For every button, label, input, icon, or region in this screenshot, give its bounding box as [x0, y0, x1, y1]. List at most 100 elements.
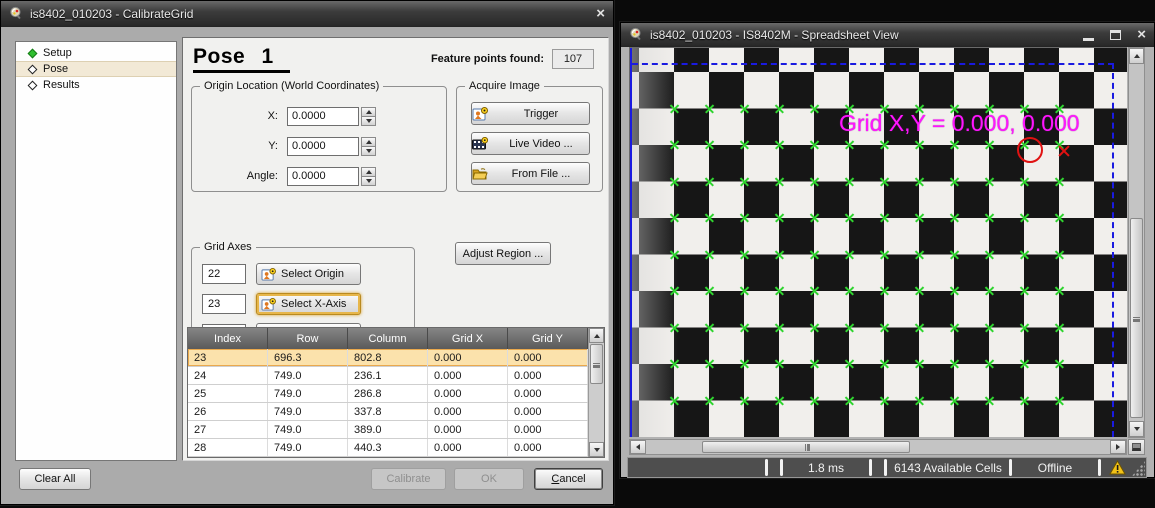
cell-column: 236.1 — [348, 367, 428, 384]
x-axis-cell-input[interactable] — [202, 294, 246, 314]
feature-point-marker — [880, 177, 889, 186]
calibrate-button[interactable]: Calibrate — [371, 468, 446, 490]
feature-point-marker — [915, 140, 924, 149]
feature-point-marker — [740, 177, 749, 186]
table-row[interactable]: 24749.0236.10.0000.000 — [188, 367, 588, 385]
feature-point-marker — [880, 140, 889, 149]
feature-point-marker — [740, 323, 749, 332]
feature-point-marker — [775, 396, 784, 405]
cell-index: 25 — [188, 385, 268, 402]
origin-cell-input[interactable] — [202, 264, 246, 284]
table-row[interactable]: 26749.0337.80.0000.000 — [188, 403, 588, 421]
col-header-grid-x[interactable]: Grid X — [428, 328, 508, 349]
feature-point-marker — [915, 396, 924, 405]
clear-all-button[interactable]: Clear All — [19, 468, 91, 490]
select-origin-button[interactable]: Select Origin — [256, 263, 361, 285]
x-input[interactable] — [287, 107, 359, 126]
feature-point-marker — [880, 396, 889, 405]
angle-input[interactable] — [287, 167, 359, 186]
x-spinner[interactable] — [361, 107, 376, 126]
feature-point-marker — [845, 323, 854, 332]
feature-point-marker — [845, 140, 854, 149]
feature-point-marker — [985, 359, 994, 368]
region-right-edge[interactable] — [1112, 63, 1114, 437]
feature-point-marker — [880, 323, 889, 332]
feature-point-marker — [740, 250, 749, 259]
cell-row: 749.0 — [268, 367, 348, 384]
scrollbar-thumb[interactable] — [1130, 218, 1143, 418]
cell-row: 696.3 — [268, 349, 348, 366]
feature-point-marker — [775, 250, 784, 259]
ok-button[interactable]: OK — [454, 468, 524, 490]
col-header-index[interactable]: Index — [188, 328, 268, 349]
feature-point-marker — [985, 250, 994, 259]
spreadsheet-titlebar[interactable]: is8402_010203 - IS8402M - Spreadsheet Vi… — [621, 23, 1154, 47]
table-row[interactable]: 25749.0286.80.0000.000 — [188, 385, 588, 403]
col-header-row[interactable]: Row — [268, 328, 348, 349]
col-header-grid-y[interactable]: Grid Y — [508, 328, 588, 349]
y-input[interactable] — [287, 137, 359, 156]
feature-point-marker — [810, 213, 819, 222]
feature-point-marker — [705, 250, 714, 259]
horizontal-scrollbar[interactable] — [629, 439, 1127, 455]
spinner-up-icon[interactable] — [361, 137, 376, 147]
cell-column: 337.8 — [348, 403, 428, 420]
close-icon[interactable]: × — [1137, 28, 1146, 42]
scrollbar-thumb[interactable] — [702, 441, 910, 453]
live-video-button[interactable]: Live Video ... — [471, 132, 590, 155]
spinner-down-icon[interactable] — [361, 177, 376, 186]
tree-item-results[interactable]: Results — [16, 77, 176, 93]
warning-icon[interactable] — [1102, 458, 1132, 477]
feature-point-marker — [1055, 213, 1064, 222]
feature-point-marker — [880, 250, 889, 259]
vertical-scrollbar[interactable] — [1128, 47, 1145, 438]
table-row[interactable]: 28749.0440.30.0000.000 — [188, 439, 588, 457]
diamond-icon — [28, 64, 38, 74]
feature-point-marker — [775, 286, 784, 295]
feature-point-marker — [880, 286, 889, 295]
scroll-up-icon[interactable] — [1129, 48, 1144, 64]
status-empty-segment — [873, 458, 883, 477]
angle-spinner[interactable] — [361, 167, 376, 186]
feature-point-marker — [775, 359, 784, 368]
region-top-edge[interactable] — [632, 63, 1114, 65]
feature-point-marker — [915, 286, 924, 295]
cell-index: 23 — [188, 349, 268, 366]
table-row[interactable]: 27749.0389.00.0000.000 — [188, 421, 588, 439]
spinner-down-icon[interactable] — [361, 147, 376, 156]
trigger-button[interactable]: Trigger — [471, 102, 590, 125]
spinner-down-icon[interactable] — [361, 117, 376, 126]
origin-highlight-circle — [1017, 137, 1043, 163]
table-scrollbar[interactable] — [588, 328, 604, 457]
scroll-down-icon[interactable] — [589, 442, 604, 457]
feature-point-marker — [950, 213, 959, 222]
tree-item-pose[interactable]: Pose — [16, 61, 176, 77]
maximize-icon[interactable] — [1110, 30, 1121, 40]
from-file-label: From File ... — [493, 168, 589, 180]
minimize-icon[interactable] — [1083, 38, 1094, 41]
scroll-down-icon[interactable] — [1129, 421, 1144, 437]
table-row[interactable]: 23696.3802.80.0000.000 — [188, 349, 588, 367]
calibration-image-viewport[interactable]: Grid X,Y = 0.000, 0.000 — [629, 47, 1127, 437]
col-header-column[interactable]: Column — [348, 328, 428, 349]
cancel-button[interactable]: Cancel — [534, 468, 603, 490]
select-x-axis-button[interactable]: Select X-Axis — [256, 293, 361, 315]
spinner-up-icon[interactable] — [361, 107, 376, 117]
scroll-right-icon[interactable] — [1110, 440, 1126, 454]
y-spinner[interactable] — [361, 137, 376, 156]
scrollbar-thumb[interactable] — [590, 344, 603, 384]
feature-point-marker — [845, 177, 854, 186]
resize-grip[interactable] — [1132, 461, 1145, 476]
feature-point-marker — [845, 396, 854, 405]
scroll-left-icon[interactable] — [630, 440, 646, 454]
calibrate-titlebar[interactable]: is8402_010203 - CalibrateGrid × — [1, 1, 613, 27]
adjust-region-button[interactable]: Adjust Region ... — [455, 242, 551, 265]
from-file-button[interactable]: From File ... — [471, 162, 590, 185]
status-empty-segment — [769, 458, 779, 477]
scroll-up-icon[interactable] — [589, 328, 604, 343]
view-corner-button[interactable] — [1128, 439, 1145, 455]
tree-item-setup[interactable]: Setup — [16, 45, 176, 61]
spinner-up-icon[interactable] — [361, 167, 376, 177]
group-legend: Origin Location (World Coordinates) — [200, 80, 383, 92]
close-icon[interactable]: × — [596, 7, 605, 21]
